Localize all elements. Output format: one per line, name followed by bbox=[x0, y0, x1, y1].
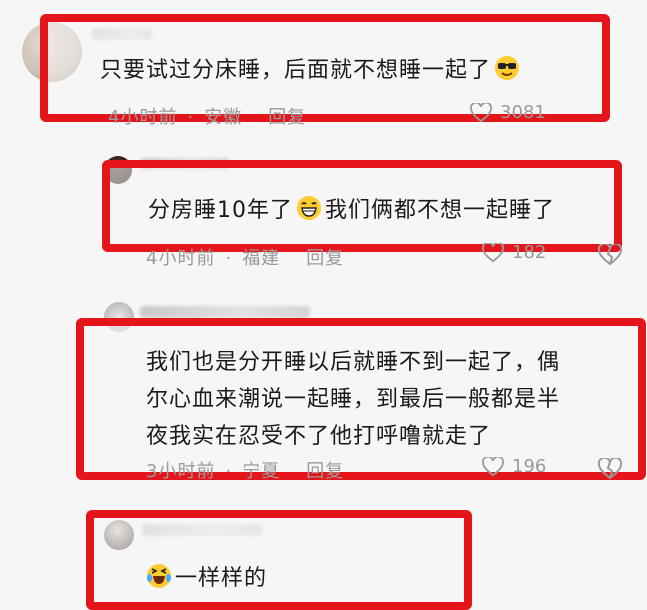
reply-button[interactable]: 回复 bbox=[268, 107, 306, 128]
heart-icon bbox=[482, 456, 504, 476]
like-count: 196 bbox=[512, 456, 547, 477]
like-button[interactable]: 3081 bbox=[470, 102, 546, 123]
comment-text: 一样样的 bbox=[146, 560, 267, 597]
dislike-icon[interactable] bbox=[598, 458, 622, 480]
heart-icon bbox=[482, 242, 504, 262]
comment-text: 只要试过分床睡，后面就不想睡一起了 bbox=[100, 52, 523, 89]
like-button[interactable]: 196 bbox=[482, 456, 546, 477]
comment-text: 我们也是分开睡以后就睡不到一起了，偶 尔心血来潮说一起睡，到最后一般都是半 夜我… bbox=[146, 350, 561, 449]
grinning-emoji-icon bbox=[297, 196, 321, 220]
heart-icon bbox=[470, 102, 492, 122]
reply-button[interactable]: 回复 bbox=[306, 461, 344, 482]
reply-button[interactable]: 回复 bbox=[306, 248, 344, 269]
dislike-icon[interactable] bbox=[598, 244, 622, 266]
like-count: 182 bbox=[512, 242, 547, 263]
like-button[interactable]: 182 bbox=[482, 242, 546, 263]
username-blurred[interactable] bbox=[140, 306, 310, 318]
sunglasses-emoji-icon bbox=[495, 56, 520, 80]
like-count: 3081 bbox=[500, 102, 546, 123]
comment-meta: 4小时前 · 安徽 回复 bbox=[108, 107, 307, 128]
comment-meta: 4小时前 · 福建 回复 bbox=[146, 248, 345, 269]
comment-meta: 3小时前 · 宁夏 回复 bbox=[146, 461, 345, 482]
highlight-box bbox=[86, 510, 472, 610]
comment-text: 分房睡10年了 我们俩都不想一起睡了 bbox=[148, 192, 555, 229]
laughing-tears-emoji-icon bbox=[147, 564, 171, 588]
